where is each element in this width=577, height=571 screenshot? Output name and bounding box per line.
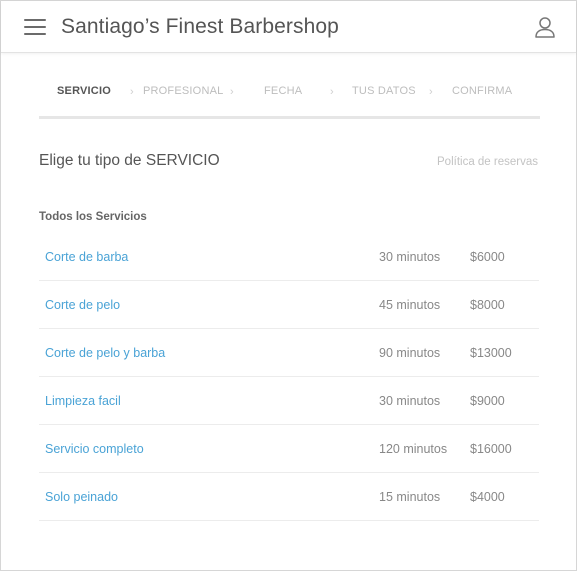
hamburger-menu-icon[interactable] xyxy=(24,18,46,36)
service-name[interactable]: Solo peinado xyxy=(45,490,118,504)
step-fecha[interactable]: FECHA xyxy=(264,85,302,97)
app-title: Santiago’s Finest Barbershop xyxy=(61,15,339,38)
top-bar: Santiago’s Finest Barbershop xyxy=(1,1,576,53)
step-servicio[interactable]: SERVICIO xyxy=(57,85,111,97)
service-duration: 45 minutos xyxy=(379,298,441,312)
service-row-solo-peinado[interactable]: Solo peinado 15 minutos $4000 xyxy=(39,473,539,521)
booking-steps: SERVICIO › PROFESIONAL › FECHA › TUS DAT… xyxy=(39,85,539,101)
service-name[interactable]: Limpieza facil xyxy=(45,394,121,408)
service-duration: 15 minutos xyxy=(379,490,441,504)
app-frame: Santiago’s Finest Barbershop SERVICIO › … xyxy=(0,0,577,571)
group-label: Todos los Servicios xyxy=(39,211,147,223)
step-separator-icon: › xyxy=(429,86,433,98)
service-row-servicio-completo[interactable]: Servicio completo 120 minutos $16000 xyxy=(39,425,539,473)
service-price: $9000 xyxy=(470,394,505,408)
service-row-corte-de-pelo[interactable]: Corte de pelo 45 minutos $8000 xyxy=(39,281,539,329)
service-price: $4000 xyxy=(470,490,505,504)
service-row-corte-de-barba[interactable]: Corte de barba 30 minutos $6000 xyxy=(39,233,539,281)
service-price: $6000 xyxy=(470,250,505,264)
step-separator-icon: › xyxy=(230,86,234,98)
step-separator-icon: › xyxy=(130,86,134,98)
service-name[interactable]: Corte de pelo xyxy=(45,298,120,312)
service-row-corte-de-pelo-y-barba[interactable]: Corte de pelo y barba 90 minutos $13000 xyxy=(39,329,539,377)
services-list: Corte de barba 30 minutos $6000 Corte de… xyxy=(39,233,539,521)
service-duration: 30 minutos xyxy=(379,250,441,264)
service-duration: 120 minutos xyxy=(379,442,448,456)
policy-link[interactable]: Política de reservas xyxy=(437,156,538,168)
service-price: $13000 xyxy=(470,346,512,360)
service-price: $8000 xyxy=(470,298,505,312)
service-duration: 30 minutos xyxy=(379,394,441,408)
step-confirma[interactable]: CONFIRMA xyxy=(452,85,512,97)
steps-divider xyxy=(39,116,540,119)
service-name[interactable]: Corte de pelo y barba xyxy=(45,346,165,360)
service-price: $16000 xyxy=(470,442,512,456)
service-row-limpieza-facil[interactable]: Limpieza facil 30 minutos $9000 xyxy=(39,377,539,425)
step-profesional[interactable]: PROFESIONAL xyxy=(143,85,223,97)
section-title: Elige tu tipo de SERVICIO xyxy=(39,152,220,169)
step-tus-datos[interactable]: TUS DATOS xyxy=(352,85,416,97)
service-name[interactable]: Servicio completo xyxy=(45,442,144,456)
service-duration: 90 minutos xyxy=(379,346,441,360)
step-separator-icon: › xyxy=(330,86,334,98)
user-icon[interactable] xyxy=(534,16,556,38)
service-name[interactable]: Corte de barba xyxy=(45,250,128,264)
